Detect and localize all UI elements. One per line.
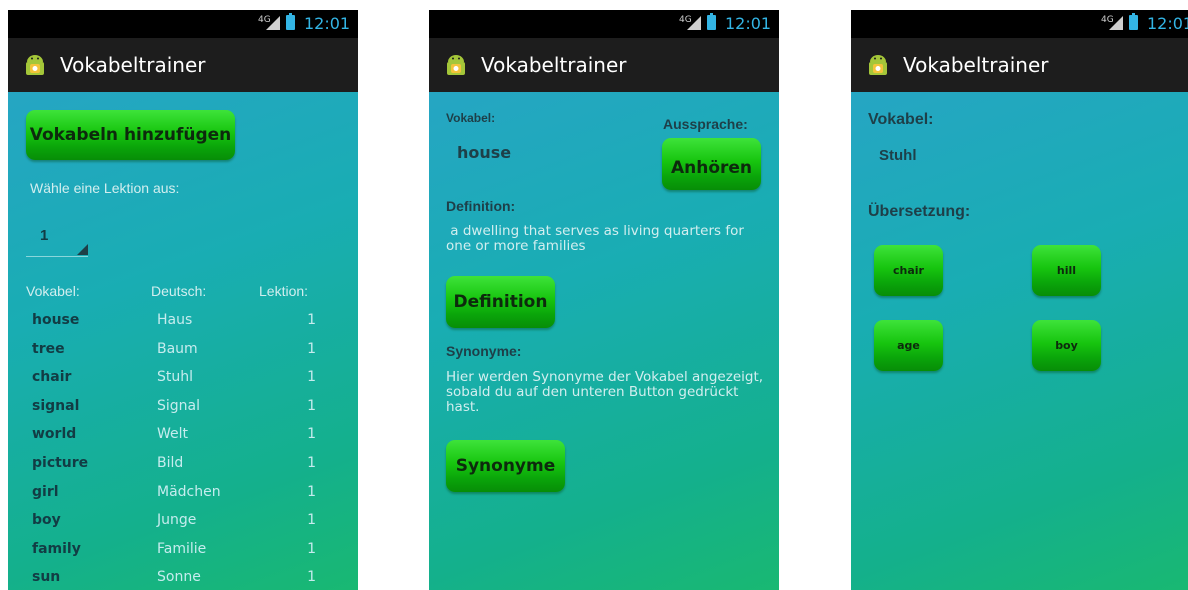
header-deutsch: Deutsch: — [151, 283, 207, 299]
vokabel-label: Vokabel: — [868, 111, 934, 128]
vocabulary-word-cell: world — [32, 426, 77, 443]
android-app-icon — [447, 55, 465, 75]
german-word-cell: Sonne — [157, 569, 201, 586]
lesson-number-cell: 1 — [307, 512, 316, 529]
status-bar: 4G 12:01 — [851, 10, 1188, 38]
lesson-spinner-value: 1 — [40, 227, 49, 244]
lesson-number-cell: 1 — [307, 483, 316, 500]
signal-icon — [1109, 16, 1123, 30]
app-title: Vokabeltrainer — [60, 53, 206, 77]
vocabulary-row[interactable]: tree Baum 1 — [8, 341, 358, 369]
vocabulary-word-cell: chair — [32, 369, 72, 386]
clock: 12:01 — [725, 14, 772, 33]
app-title: Vokabeltrainer — [481, 53, 627, 77]
definition-text-value: a dwelling that serves as living quarter… — [446, 223, 744, 254]
app-title: Vokabeltrainer — [903, 53, 1049, 77]
translation-label: Übersetzung: — [868, 203, 971, 220]
answer-option-button[interactable]: chair — [874, 245, 943, 296]
answer-option-button[interactable]: hill — [1032, 245, 1101, 296]
answer-option-button[interactable]: age — [874, 320, 943, 371]
vocabulary-row[interactable]: picture Bild 1 — [8, 455, 358, 483]
vocabulary-word-cell: sun — [32, 569, 61, 586]
vocabulary-word-cell: boy — [32, 512, 61, 529]
battery-icon — [707, 13, 716, 30]
vokabel-label: Vokabel: — [446, 111, 496, 125]
android-app-icon — [869, 55, 887, 75]
vocabulary-word-cell: tree — [32, 340, 65, 357]
synonyms-text: Hier werden Synonyme der Vokabel angezei… — [446, 369, 764, 415]
vocabulary-word: Stuhl — [879, 147, 917, 164]
action-bar: Vokabeltrainer — [851, 38, 1188, 92]
german-word-cell: Signal — [157, 397, 201, 414]
lesson-number-cell: 1 — [307, 569, 316, 586]
pronunciation-label: Aussprache: — [663, 116, 748, 132]
clock: 12:01 — [1147, 14, 1188, 33]
vocabulary-word-cell: signal — [32, 397, 80, 414]
vocabulary-word-cell: girl — [32, 483, 59, 500]
signal-icon — [266, 16, 280, 30]
german-word-cell: Stuhl — [157, 369, 194, 386]
german-word-cell: Familie — [157, 540, 207, 557]
german-word-cell: Mädchen — [157, 483, 221, 500]
vocabulary-row[interactable]: sun Sonne 1 — [8, 569, 358, 590]
synonyms-label: Synonyme: — [446, 343, 522, 359]
header-lektion: Lektion: — [259, 283, 309, 299]
signal-icon — [687, 16, 701, 30]
lesson-number-cell: 1 — [307, 455, 316, 471]
vocabulary-row[interactable]: family Familie 1 — [8, 541, 358, 569]
android-app-icon — [26, 55, 44, 75]
vocabulary-row[interactable]: signal Signal 1 — [8, 398, 358, 426]
vocabulary-word-cell: picture — [32, 455, 89, 471]
phone-screen-quiz: 4G 12:01 Vokabeltrainer Vokabel: Stuhl Ü… — [851, 10, 1188, 590]
clock: 12:01 — [304, 14, 351, 33]
vocabulary-row[interactable]: house Haus 1 — [8, 312, 358, 340]
definition-label: Definition: — [446, 198, 516, 214]
lesson-number-cell: 1 — [307, 397, 316, 414]
phone-screen-detail: 4G 12:01 Vokabeltrainer Vokabel: house A… — [429, 10, 779, 590]
lesson-number-cell: 1 — [307, 340, 316, 357]
lesson-prompt: Wähle eine Lektion aus: — [30, 180, 180, 196]
vocabulary-word: house — [457, 143, 512, 162]
german-word-cell: Haus — [157, 312, 193, 328]
header-vokabel: Vokabel: — [26, 283, 80, 299]
vocabulary-row[interactable]: world Welt 1 — [8, 426, 358, 454]
german-word-cell: Welt — [157, 426, 189, 443]
battery-icon — [286, 13, 295, 30]
phone-screen-lesson-list: 4G 12:01 Vokabeltrainer Vokabeln hinzufü… — [8, 10, 358, 590]
listen-button[interactable]: Anhören — [662, 138, 761, 190]
definition-button[interactable]: Definition — [446, 276, 555, 328]
status-bar: 4G 12:01 — [8, 10, 358, 38]
status-bar: 4G 12:01 — [429, 10, 779, 38]
definition-text: a dwelling that serves as living quarter… — [446, 224, 764, 254]
vocabulary-word-cell: family — [32, 540, 81, 557]
answer-option-button[interactable]: boy — [1032, 320, 1101, 371]
spinner-arrow-icon — [77, 244, 88, 255]
vocabulary-row[interactable]: girl Mädchen 1 — [8, 484, 358, 512]
lesson-number-cell: 1 — [307, 369, 316, 386]
vocabulary-word-cell: house — [32, 312, 80, 328]
add-vocabulary-button[interactable]: Vokabeln hinzufügen — [26, 110, 235, 160]
lesson-number-cell: 1 — [307, 426, 316, 443]
action-bar: Vokabeltrainer — [8, 38, 358, 92]
vocabulary-row[interactable]: boy Junge 1 — [8, 512, 358, 540]
german-word-cell: Baum — [157, 340, 198, 357]
lesson-number-cell: 1 — [307, 540, 316, 557]
german-word-cell: Bild — [157, 455, 184, 471]
synonyms-button[interactable]: Synonyme — [446, 440, 565, 492]
vocabulary-row[interactable]: chair Stuhl 1 — [8, 369, 358, 397]
lesson-spinner[interactable]: 1 — [26, 222, 88, 257]
german-word-cell: Junge — [157, 512, 197, 529]
action-bar: Vokabeltrainer — [429, 38, 779, 92]
battery-icon — [1129, 13, 1138, 30]
lesson-number-cell: 1 — [307, 312, 316, 328]
